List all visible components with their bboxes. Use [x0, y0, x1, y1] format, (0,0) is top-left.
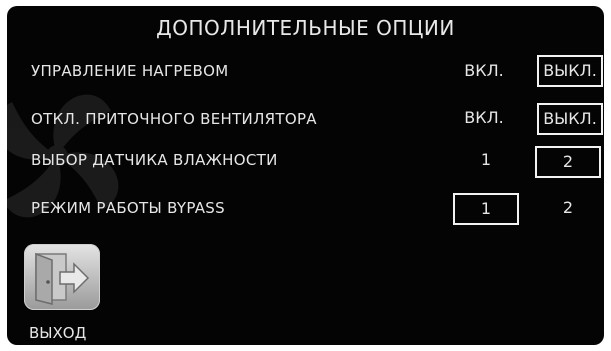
- supply-fan-off-option[interactable]: ВЫКЛ.: [537, 103, 603, 135]
- page-title: ДОПОЛНИТЕЛЬНЫЕ ОПЦИИ: [156, 16, 455, 40]
- exit-button[interactable]: [24, 244, 100, 310]
- exit-label: ВЫХОД: [29, 324, 87, 342]
- exit-door-icon: [35, 252, 90, 305]
- heating-off-option[interactable]: ВЫКЛ.: [537, 55, 603, 87]
- heating-on-option[interactable]: ВКЛ.: [451, 57, 517, 89]
- humidity-sensor-option-1[interactable]: 1: [453, 146, 519, 178]
- bypass-mode-option-2[interactable]: 2: [535, 194, 601, 226]
- options-screen: ДОПОЛНИТЕЛЬНЫЕ ОПЦИИ УПРАВЛЕНИЕ НАГРЕВОМ…: [7, 6, 604, 345]
- label-humidity-sensor: ВЫБОР ДАТЧИКА ВЛАЖНОСТИ: [31, 151, 278, 169]
- humidity-sensor-option-2[interactable]: 2: [535, 146, 601, 178]
- bypass-mode-option-1[interactable]: 1: [453, 193, 519, 225]
- label-heating-control: УПРАВЛЕНИЕ НАГРЕВОМ: [31, 62, 229, 80]
- label-supply-fan-off: ОТКЛ. ПРИТОЧНОГО ВЕНТИЛЯТОРА: [31, 110, 317, 128]
- label-bypass-mode: РЕЖИМ РАБОТЫ BYPASS: [31, 199, 225, 217]
- supply-fan-on-option[interactable]: ВКЛ.: [451, 104, 517, 136]
